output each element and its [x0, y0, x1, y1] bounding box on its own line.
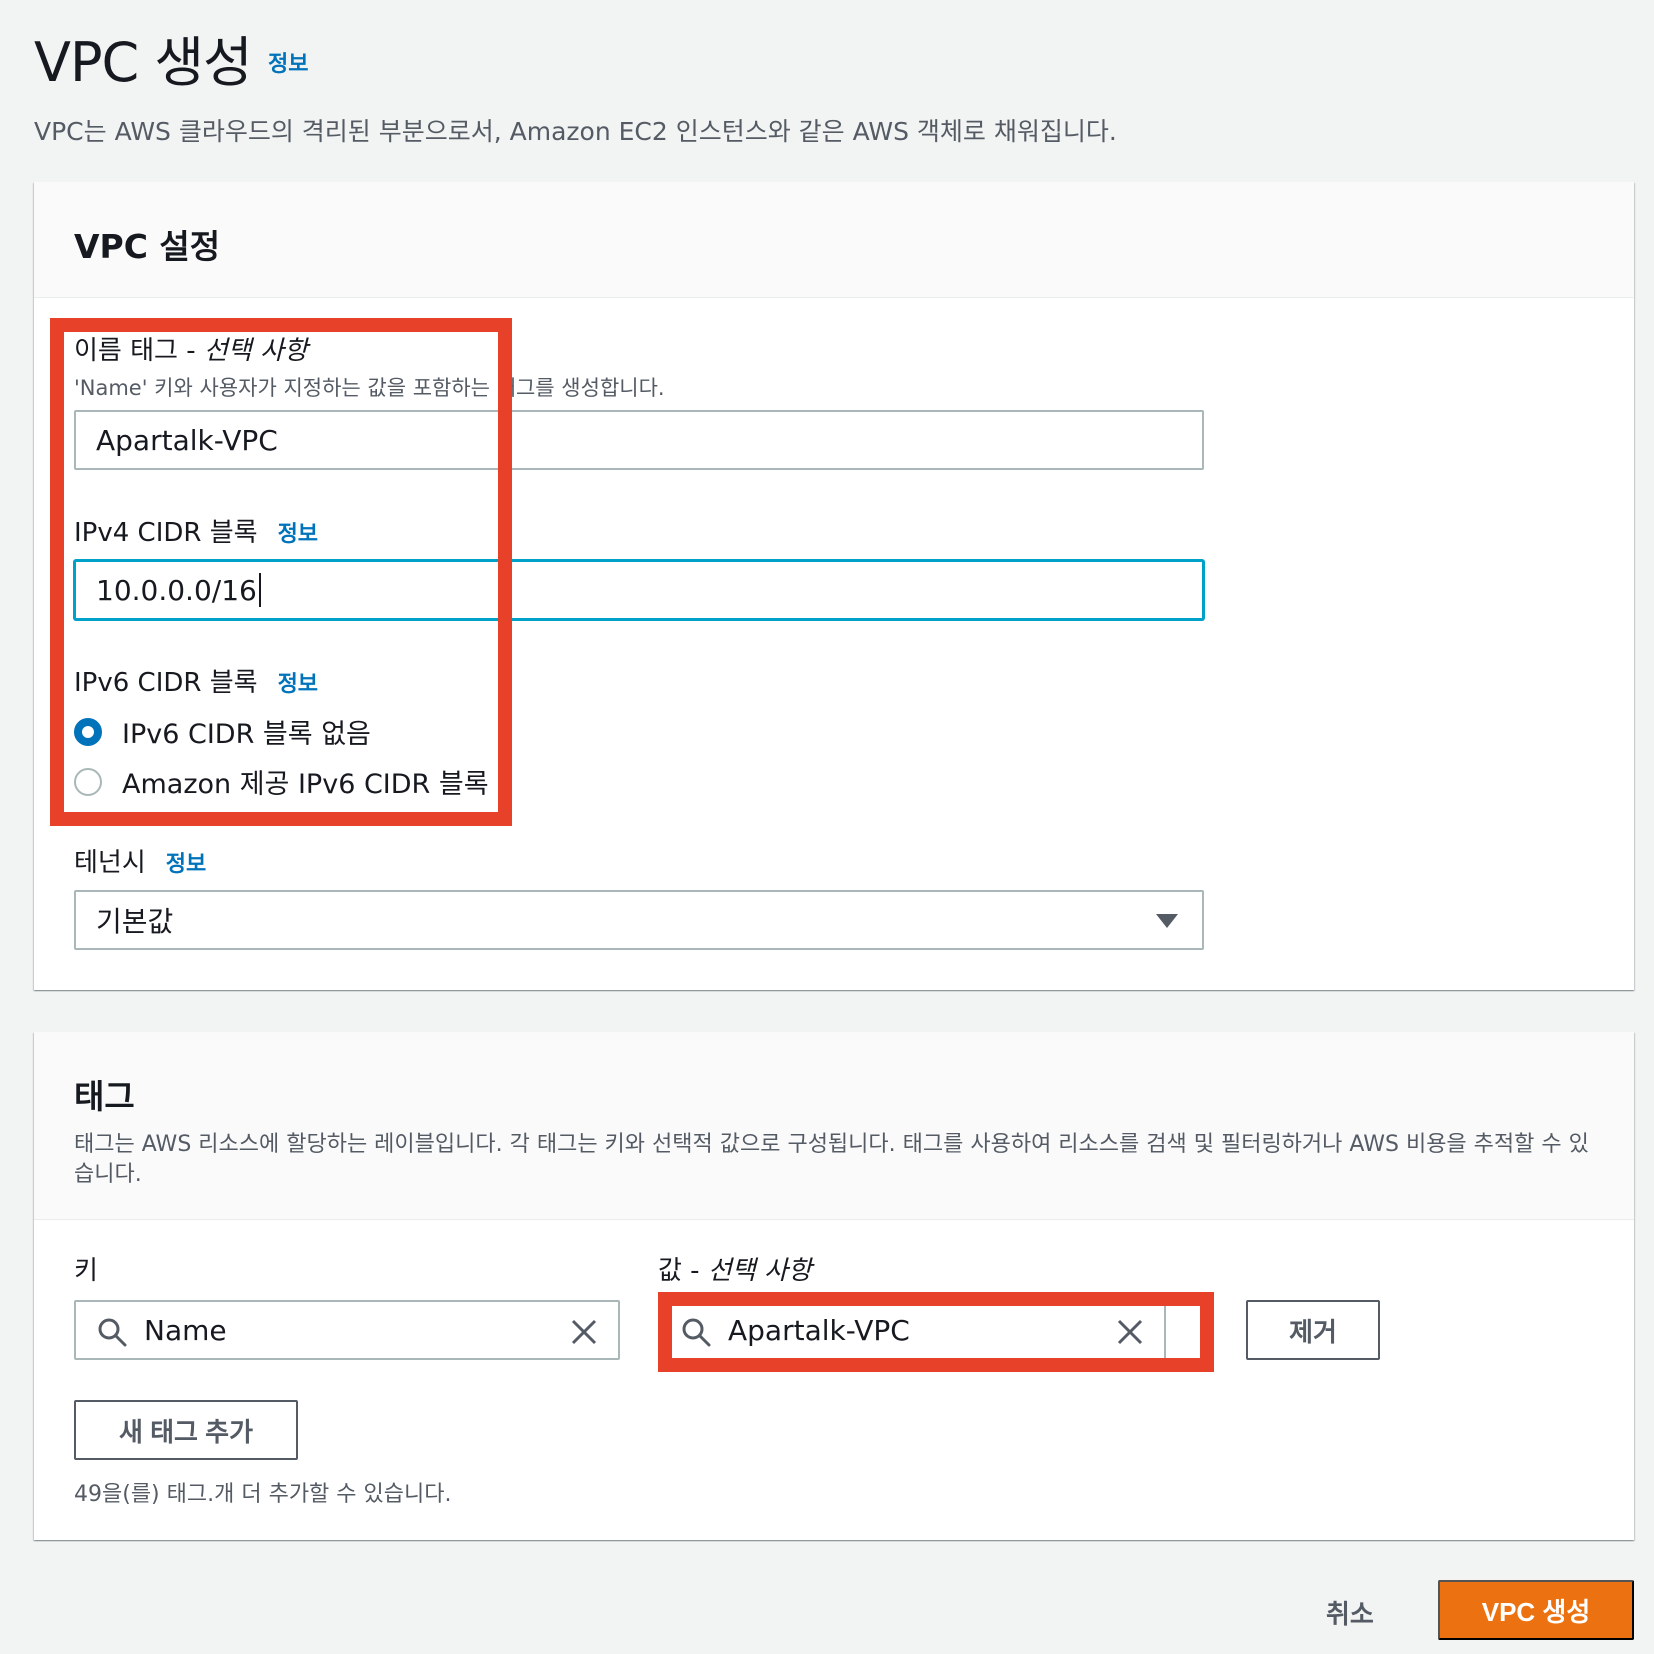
- ipv6-cidr-label-text: IPv6 CIDR 블록: [74, 668, 258, 698]
- tags-title: 태그: [74, 1077, 135, 1116]
- search-icon: [682, 1318, 711, 1347]
- tag-key-input[interactable]: Name: [74, 1300, 620, 1360]
- tenancy-label: 테넌시 정보: [74, 842, 206, 879]
- tags-remaining-text: 49을(를) 태그.개 더 추가할 수 있습니다.: [74, 1482, 452, 1507]
- search-icon: [98, 1318, 127, 1347]
- tag-value-optional: 선택 사항: [707, 1256, 812, 1286]
- name-tag-label: 이름 태그 - 선택 사항: [74, 330, 308, 367]
- add-tag-button[interactable]: 새 태그 추가: [74, 1400, 298, 1460]
- ipv6-option-none-label: IPv6 CIDR 블록 없음: [122, 719, 371, 750]
- page-description: VPC는 AWS 클라우드의 격리된 부분으로서, Amazon EC2 인스턴…: [34, 117, 1117, 146]
- ipv4-info-link[interactable]: 정보: [278, 522, 318, 547]
- cancel-button[interactable]: 취소: [1326, 1594, 1374, 1631]
- create-vpc-page: VPC 생성 정보 VPC는 AWS 클라우드의 격리된 부분으로서, Amaz…: [0, 0, 1654, 1654]
- caret-down-icon: [1156, 914, 1178, 928]
- tag-key-label: 키: [74, 1256, 98, 1286]
- ipv6-option-amazon-label: Amazon 제공 IPv6 CIDR 블록: [122, 769, 489, 800]
- name-tag-value: Apartalk-VPC: [96, 423, 278, 457]
- ipv6-cidr-label: IPv6 CIDR 블록 정보: [74, 662, 318, 699]
- tags-description: 태그는 AWS 리소스에 할당하는 레이블입니다. 각 태그는 키와 선택적 값…: [74, 1132, 1589, 1187]
- tenancy-select[interactable]: 기본값: [74, 890, 1204, 950]
- tag-value-label-text: 값 -: [658, 1256, 708, 1286]
- close-icon[interactable]: [1114, 1316, 1146, 1348]
- tags-panel: 태그 태그는 AWS 리소스에 할당하는 레이블입니다. 각 태그는 키와 선택…: [34, 1032, 1634, 1540]
- tenancy-value: 기본값: [96, 905, 174, 938]
- remove-tag-button[interactable]: 제거: [1246, 1300, 1380, 1360]
- ipv4-cidr-value: 10.0.0.0/16: [96, 573, 257, 607]
- vpc-settings-header: VPC 설정: [34, 182, 1634, 298]
- tag-value-label: 값 - 선택 사항: [658, 1250, 812, 1287]
- ipv6-option-none[interactable]: IPv6 CIDR 블록 없음: [74, 712, 371, 751]
- ipv6-option-amazon[interactable]: Amazon 제공 IPv6 CIDR 블록: [74, 762, 489, 801]
- name-tag-description: 'Name' 키와 사용자가 지정하는 값을 포함하는 태그를 생성합니다.: [74, 376, 665, 400]
- page-title: VPC 생성: [34, 31, 253, 94]
- ipv6-info-link[interactable]: 정보: [278, 672, 318, 697]
- text-cursor: [258, 573, 261, 607]
- page-info-link[interactable]: 정보: [268, 46, 308, 78]
- tag-value-value: Apartalk-VPC: [728, 1313, 910, 1347]
- name-tag-input[interactable]: Apartalk-VPC: [74, 410, 1204, 470]
- tag-value-input[interactable]: Apartalk-VPC: [658, 1300, 1166, 1360]
- ipv4-cidr-label-text: IPv4 CIDR 블록: [74, 518, 258, 548]
- ipv4-cidr-label: IPv4 CIDR 블록 정보: [74, 512, 318, 549]
- tag-key-value: Name: [144, 1313, 227, 1347]
- vpc-settings-panel: VPC 설정 이름 태그 - 선택 사항 'Name' 키와 사용자가 지정하는…: [34, 182, 1634, 990]
- ipv4-cidr-input[interactable]: 10.0.0.0/16: [74, 560, 1204, 620]
- name-tag-optional: 선택 사항: [203, 336, 308, 366]
- create-vpc-button[interactable]: VPC 생성: [1438, 1580, 1634, 1640]
- name-tag-label-text: 이름 태그 -: [74, 336, 204, 366]
- close-icon[interactable]: [568, 1316, 600, 1348]
- radio-unchecked-icon[interactable]: [74, 767, 102, 796]
- vpc-settings-title: VPC 설정: [74, 227, 221, 266]
- tags-header: 태그 태그는 AWS 리소스에 할당하는 레이블입니다. 각 태그는 키와 선택…: [34, 1032, 1634, 1220]
- tenancy-info-link[interactable]: 정보: [166, 852, 206, 877]
- radio-checked-icon[interactable]: [74, 717, 102, 746]
- tenancy-label-text: 테넌시: [74, 848, 146, 878]
